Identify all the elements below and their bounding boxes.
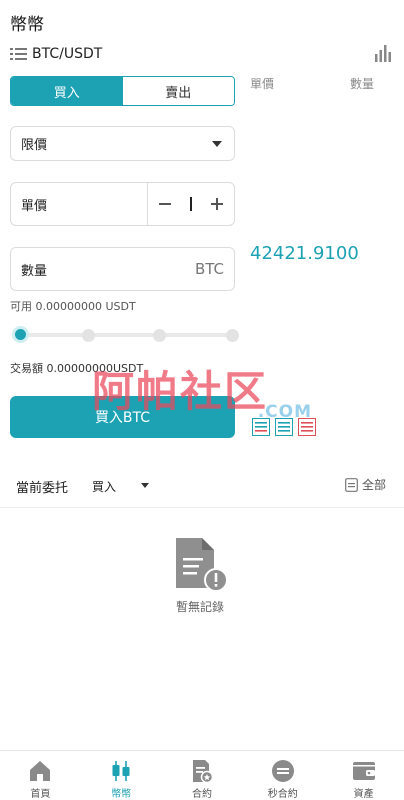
watermark-sub: .COM: [257, 402, 312, 422]
price-stepper: [147, 183, 234, 225]
price-field-label: 單價: [21, 198, 48, 214]
bar-chart-icon[interactable]: [374, 44, 392, 62]
bottom-nav: 首頁 幣幣 合約 秒合約 資產: [0, 750, 404, 800]
price-field[interactable]: 單價: [10, 182, 235, 226]
nav-assets[interactable]: 資產: [323, 751, 404, 800]
nav-spot-label: 幣幣: [111, 789, 132, 800]
plus-icon[interactable]: [209, 196, 225, 212]
orders-filter-select[interactable]: 買入: [92, 478, 116, 495]
amount-field-label: 數量: [21, 263, 48, 279]
last-price[interactable]: 42421.9100: [250, 243, 359, 264]
amount-field[interactable]: 數量 BTC: [10, 247, 235, 291]
buy-sell-tabs: 買入 賣出: [10, 76, 235, 106]
amount-unit: BTC: [194, 260, 224, 278]
pair-selector[interactable]: BTC/USDT: [10, 44, 394, 64]
orderbook-amount-header: 數量: [350, 77, 375, 91]
contract-icon: [192, 760, 214, 783]
nav-contract[interactable]: 合約: [162, 751, 243, 800]
available-balance: 可用 0.00000000 USDT: [10, 300, 136, 313]
document-icon: [345, 477, 358, 492]
seconds-contract-icon: [271, 760, 294, 782]
empty-state-text: 暫無記錄: [175, 600, 224, 614]
nav-seconds-contract-label: 秒合約: [267, 789, 298, 800]
nav-seconds-contract[interactable]: 秒合約: [242, 751, 323, 800]
nav-assets-label: 資產: [353, 789, 374, 800]
no-records-icon: [176, 538, 228, 592]
chevron-down-icon[interactable]: [141, 483, 149, 488]
current-orders-header: 當前委托 買入 全部: [0, 470, 404, 508]
nav-contract-label: 合約: [191, 789, 212, 800]
current-orders-title: 當前委托: [16, 481, 69, 496]
page-title: 幣幣: [10, 15, 44, 35]
slider-knob[interactable]: [12, 326, 29, 343]
all-orders-link[interactable]: 全部: [345, 476, 386, 493]
tab-sell[interactable]: 賣出: [122, 77, 234, 105]
order-type-select[interactable]: 限價: [10, 126, 235, 161]
candlestick-icon: [112, 761, 130, 781]
chevron-down-icon: [212, 141, 222, 147]
home-icon: [30, 761, 51, 781]
tab-buy[interactable]: 買入: [11, 77, 123, 105]
minus-icon[interactable]: [157, 196, 173, 212]
watermark: 阿帕社区 .COM: [92, 358, 312, 438]
order-type-value: 限價: [21, 138, 48, 153]
nav-spot[interactable]: 幣幣: [81, 751, 162, 800]
text-cursor: [190, 197, 192, 211]
all-orders-label: 全部: [361, 478, 386, 492]
slider-stop-50[interactable]: [153, 329, 166, 342]
orderbook-price-header: 單價: [250, 77, 275, 91]
pair-name[interactable]: BTC/USDT: [32, 46, 102, 62]
list-icon[interactable]: [10, 47, 28, 61]
empty-state: 暫無記錄: [160, 536, 240, 615]
slider-stop-75[interactable]: [226, 329, 239, 342]
slider-stop-25[interactable]: [82, 329, 95, 342]
nav-home[interactable]: 首頁: [0, 751, 81, 800]
nav-home-label: 首頁: [30, 789, 51, 800]
wallet-icon: [352, 762, 375, 780]
slider-track: [18, 333, 232, 337]
amount-slider[interactable]: [12, 326, 239, 344]
